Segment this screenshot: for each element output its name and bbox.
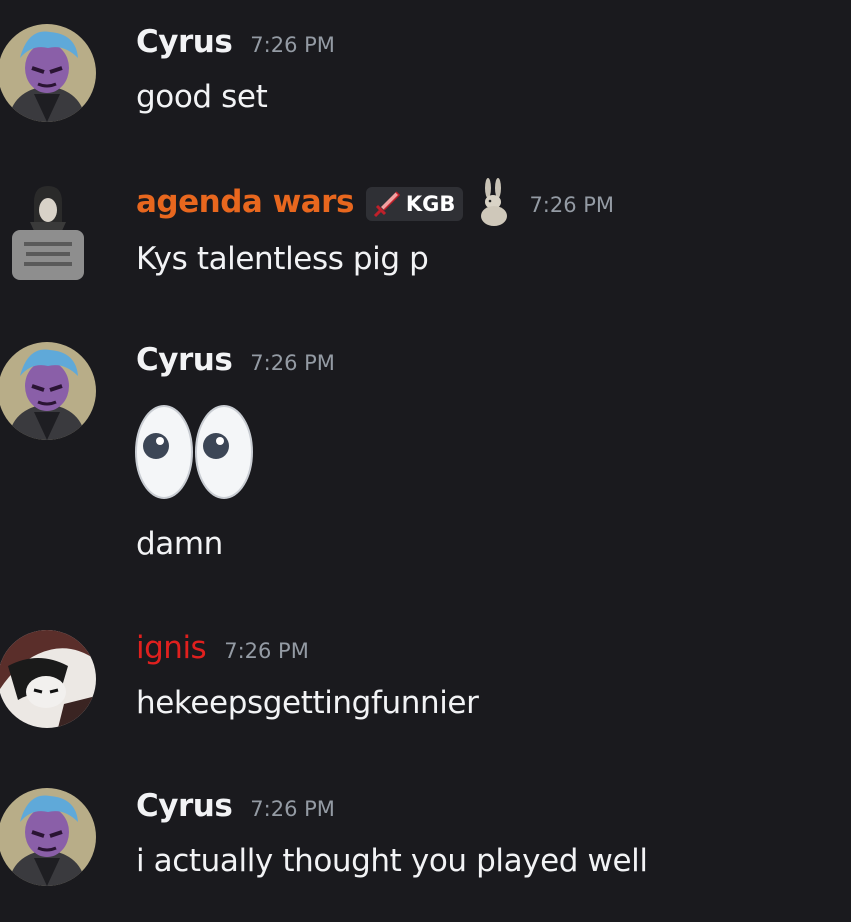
username[interactable]: agenda wars [136, 184, 354, 220]
avatar-cyrus[interactable] [0, 788, 96, 886]
avatar-image [0, 630, 96, 728]
timestamp[interactable]: 7:26 PM [529, 193, 614, 217]
avatar-agenda-wars[interactable] [4, 184, 92, 284]
avatar-ignis[interactable] [0, 630, 96, 728]
bunny-icon [477, 178, 511, 230]
timestamp[interactable]: 7:26 PM [250, 33, 335, 57]
avatar-cyrus[interactable] [0, 342, 96, 440]
message-header: Cyrus 7:26 PM [136, 342, 335, 382]
message-text: hekeepsgettingfunnier [136, 685, 479, 721]
sword-icon [373, 191, 400, 218]
avatar-image [4, 184, 92, 284]
guild-tag-label: KGB [405, 192, 456, 216]
avatar-cyrus[interactable] [0, 24, 96, 122]
username[interactable]: Cyrus [136, 342, 233, 378]
message-text: damn [136, 526, 223, 562]
avatar-image [0, 24, 96, 122]
message-text: i actually thought you played well [136, 843, 648, 879]
message-header: ignis 7:26 PM [136, 630, 309, 670]
timestamp[interactable]: 7:26 PM [250, 797, 335, 821]
message-text: good set [136, 79, 268, 115]
username[interactable]: ignis [136, 630, 207, 666]
avatar-image [0, 342, 96, 440]
message-header: Cyrus 7:26 PM [136, 24, 335, 64]
timestamp[interactable]: 7:26 PM [250, 351, 335, 375]
timestamp[interactable]: 7:26 PM [224, 639, 309, 663]
message-text: Kys talentless pig p [136, 241, 429, 277]
message-header: agenda wars KGB 7:26 PM [136, 178, 614, 226]
eyes-emoji [134, 404, 254, 504]
guild-tag[interactable]: KGB [365, 187, 464, 221]
username[interactable]: Cyrus [136, 788, 233, 824]
message-header: Cyrus 7:26 PM [136, 788, 335, 828]
username[interactable]: Cyrus [136, 24, 233, 60]
avatar-image [0, 788, 96, 886]
